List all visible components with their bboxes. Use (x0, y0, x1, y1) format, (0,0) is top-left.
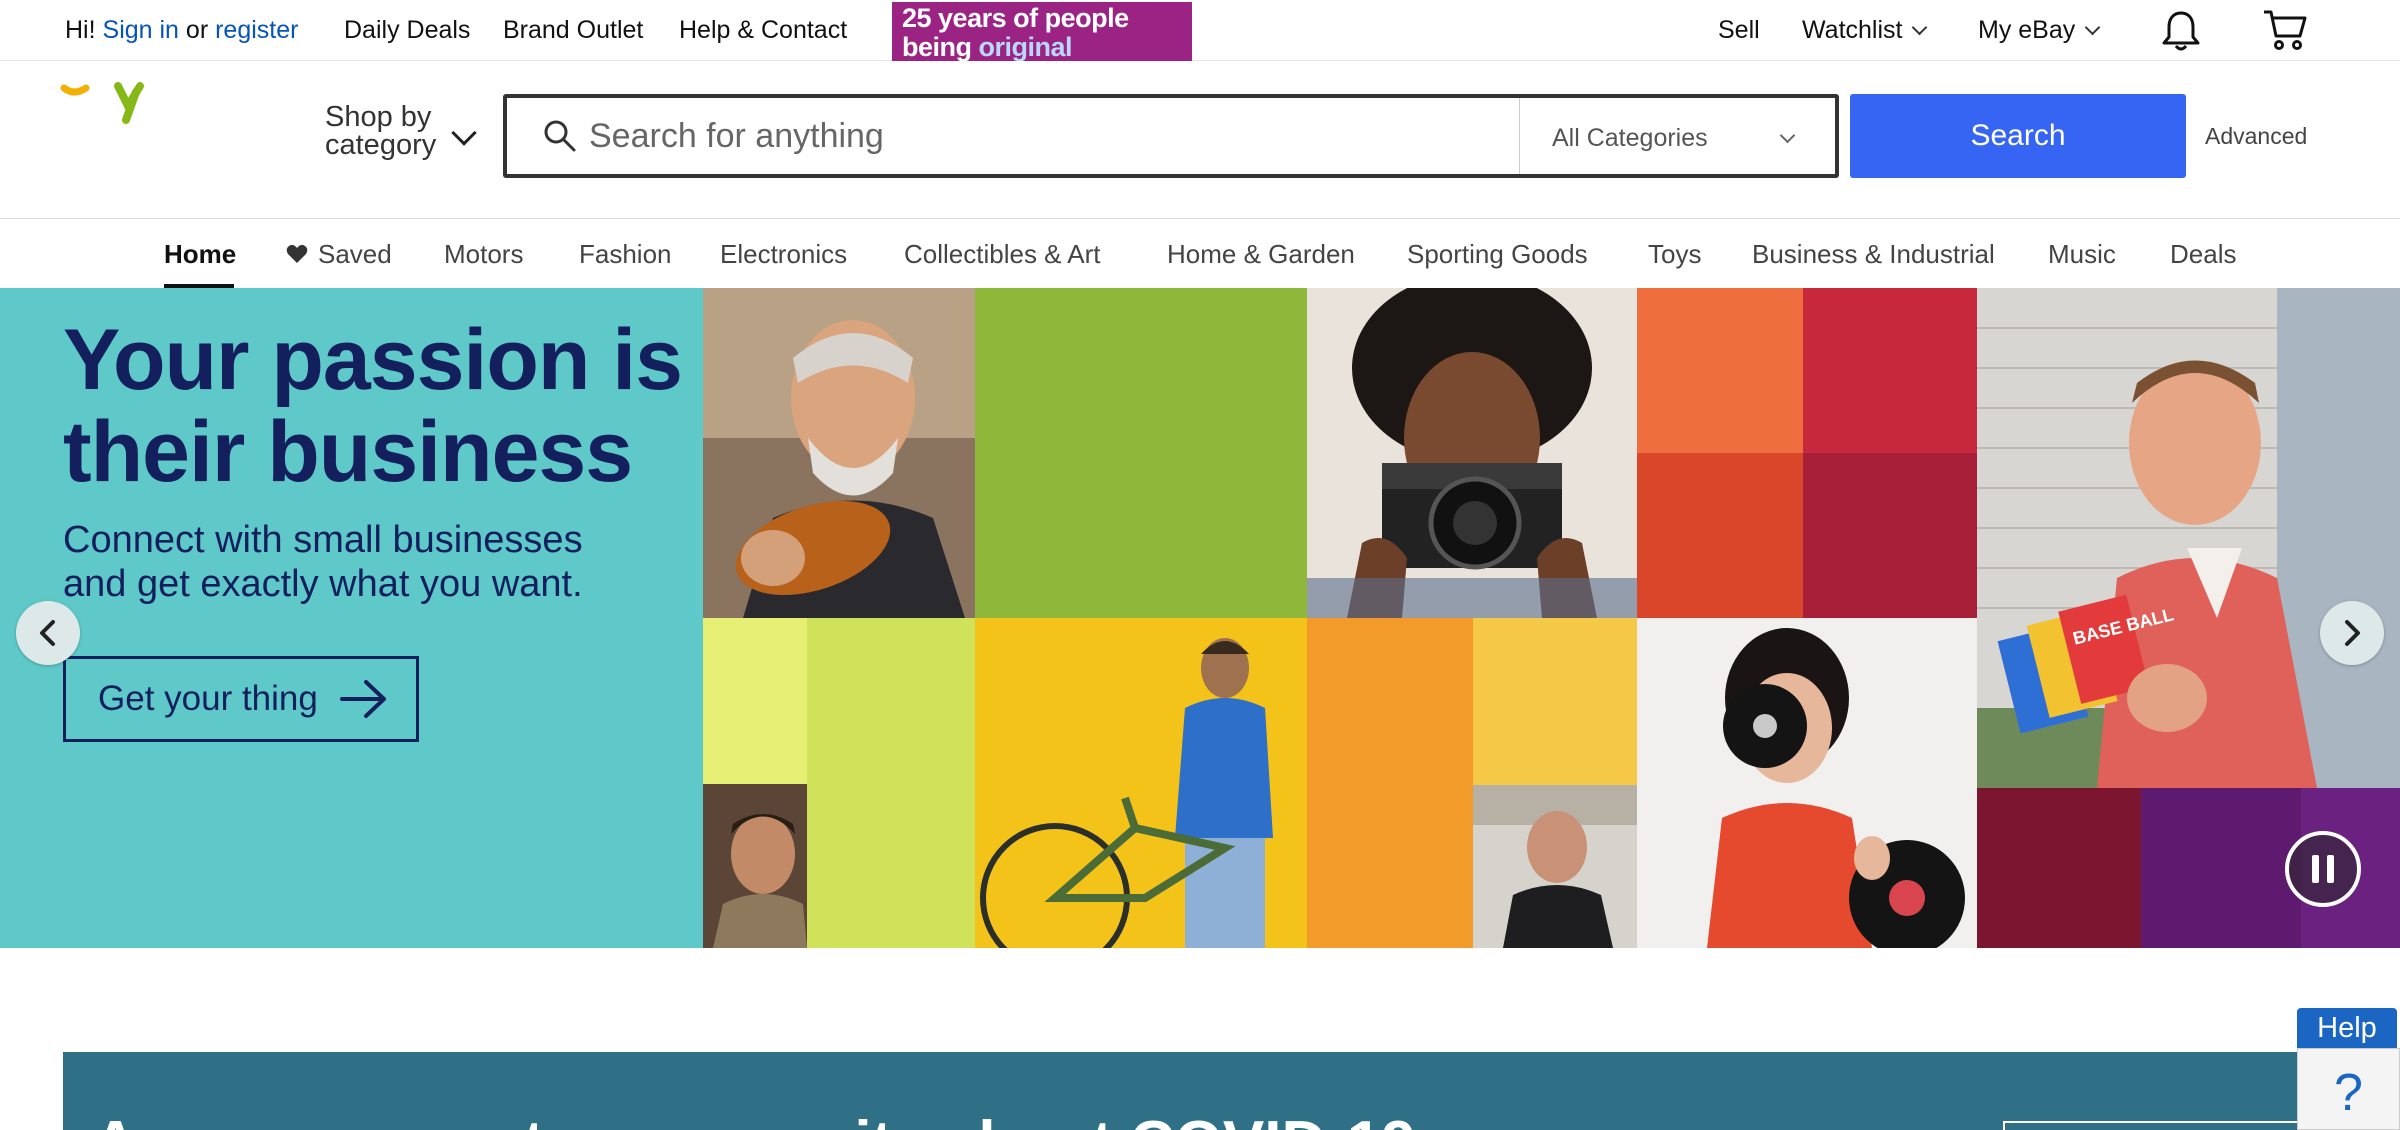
chevron-down-icon (1779, 127, 1796, 144)
hero-subtitle-line-2: and get exactly what you want. (63, 563, 583, 605)
watchlist-label: Watchlist (1802, 16, 1903, 44)
red-color-block (1803, 288, 1977, 453)
photo-man-with-bottle (703, 288, 975, 618)
hero-photo-mosaic[interactable]: BASE BALL (703, 288, 2400, 948)
sign-in-link[interactable]: Sign in (103, 16, 179, 44)
shop-by-category-button[interactable]: Shop by category (325, 101, 437, 161)
nav-item-sporting-goods[interactable]: Sporting Goods (1407, 239, 1588, 270)
nav-item-motors[interactable]: Motors (444, 239, 523, 270)
shop-by-line-1: Shop by (325, 101, 432, 133)
carousel-prev-button[interactable] (16, 601, 80, 665)
heart-icon (286, 244, 308, 263)
covid-announcement-banner: Announcements on security about COVID-19 (63, 1052, 2400, 1130)
category-nav: Home Saved Motors Fashion Electronics Co… (0, 218, 2400, 289)
crimson-color-block (1803, 453, 1977, 618)
orange-color-block (1637, 288, 1803, 453)
promo-line-1: 25 years of people (902, 3, 1129, 33)
greeting-label: Hi! (65, 16, 96, 44)
photo-photographer-camera (1307, 288, 1637, 618)
search-icon (543, 119, 577, 158)
nav-item-home-garden[interactable]: Home & Garden (1167, 239, 1355, 270)
photo-smiling-man (703, 784, 807, 948)
gold-color-block (1473, 618, 1637, 785)
nav-item-electronics[interactable]: Electronics (720, 239, 847, 270)
hero-subtitle-line-1: Connect with small businesses (63, 519, 583, 561)
top-utility-bar: Hi! Sign in or register Daily Deals Bran… (0, 0, 2400, 61)
photo-woman-with-records (1637, 618, 1977, 948)
search-input[interactable] (589, 108, 1489, 164)
search-button[interactable]: Search (1850, 94, 2186, 178)
ebay-logo[interactable] (60, 80, 160, 130)
chevron-right-icon (2345, 620, 2360, 646)
covid-title: Announcements on security about COVID-19 (93, 1108, 1416, 1130)
chevron-left-icon (40, 620, 55, 646)
register-link[interactable]: register (215, 16, 298, 44)
pause-icon (2312, 855, 2334, 883)
or-label: or (185, 16, 209, 44)
greeting-text: Hi! Sign in or register (65, 16, 298, 45)
nav-item-business-industrial[interactable]: Business & Industrial (1752, 239, 1995, 270)
amber-color-block (1307, 618, 1473, 948)
category-select[interactable]: All Categories (1519, 98, 1835, 174)
chevron-down-icon[interactable] (451, 120, 477, 146)
arrow-right-icon (339, 680, 386, 718)
promo-line-2b: original (978, 32, 1073, 62)
photo-man-with-bicycle (975, 618, 1307, 948)
hero-carousel: Your passion is their business Connect w… (0, 288, 2400, 948)
nav-item-music[interactable]: Music (2048, 239, 2116, 270)
nav-item-saved[interactable]: Saved (286, 239, 392, 270)
maroon-color-block (1977, 788, 2141, 948)
help-question-icon[interactable]: ? (2297, 1048, 2400, 1130)
photo-man-with-baseball-cards: BASE BALL (1977, 288, 2400, 788)
search-bar: All Categories (503, 94, 1839, 178)
watchlist-menu[interactable]: Watchlist (1802, 16, 1928, 45)
bell-icon[interactable] (2160, 9, 2202, 58)
advanced-search-link[interactable]: Advanced (2205, 123, 2307, 150)
promo-line-2a: being (902, 32, 972, 62)
cart-icon[interactable] (2262, 8, 2308, 57)
help-contact-link[interactable]: Help & Contact (679, 16, 847, 45)
yellow-green-color-block (807, 618, 975, 948)
cta-label: Get your thing (98, 679, 318, 718)
purple-color-block (2141, 788, 2301, 948)
nav-item-home[interactable]: Home (164, 239, 236, 270)
daily-deals-link[interactable]: Daily Deals (344, 16, 470, 45)
my-ebay-menu[interactable]: My eBay (1978, 16, 2101, 45)
nav-item-toys[interactable]: Toys (1648, 239, 1701, 270)
nav-item-collectibles-art[interactable]: Collectibles & Art (904, 239, 1101, 270)
hero-title-line-2: their business (63, 404, 633, 500)
dark-orange-color-block (1637, 453, 1803, 618)
promo-line-2: being original (902, 32, 1182, 62)
chevron-down-icon (2084, 19, 2101, 36)
nav-item-fashion[interactable]: Fashion (579, 239, 672, 270)
hero-title: Your passion is their business (63, 312, 683, 500)
carousel-next-button[interactable] (2320, 601, 2384, 665)
carousel-pause-button[interactable] (2285, 831, 2361, 907)
my-ebay-label: My eBay (1978, 16, 2076, 44)
promo-banner[interactable]: 25 years of people being original (892, 2, 1192, 61)
category-select-value: All Categories (1552, 124, 1708, 152)
photo-older-man (1473, 785, 1637, 948)
green-color-block (975, 288, 1307, 618)
chevron-down-icon (1912, 19, 1928, 36)
help-tab[interactable]: Help (2297, 1008, 2397, 1048)
covid-learn-more-button[interactable] (2003, 1121, 2303, 1130)
lime-color-block (703, 618, 807, 784)
hero-subtitle: Connect with small businesses and get ex… (63, 518, 663, 606)
brand-outlet-link[interactable]: Brand Outlet (503, 16, 643, 45)
nav-item-deals[interactable]: Deals (2170, 239, 2236, 270)
hero-title-line-1: Your passion is (63, 312, 683, 408)
nav-item-saved-label: Saved (318, 239, 392, 269)
shop-by-line-2: category (325, 129, 437, 161)
get-your-thing-button[interactable]: Get your thing (63, 656, 419, 742)
sell-link[interactable]: Sell (1718, 16, 1760, 45)
